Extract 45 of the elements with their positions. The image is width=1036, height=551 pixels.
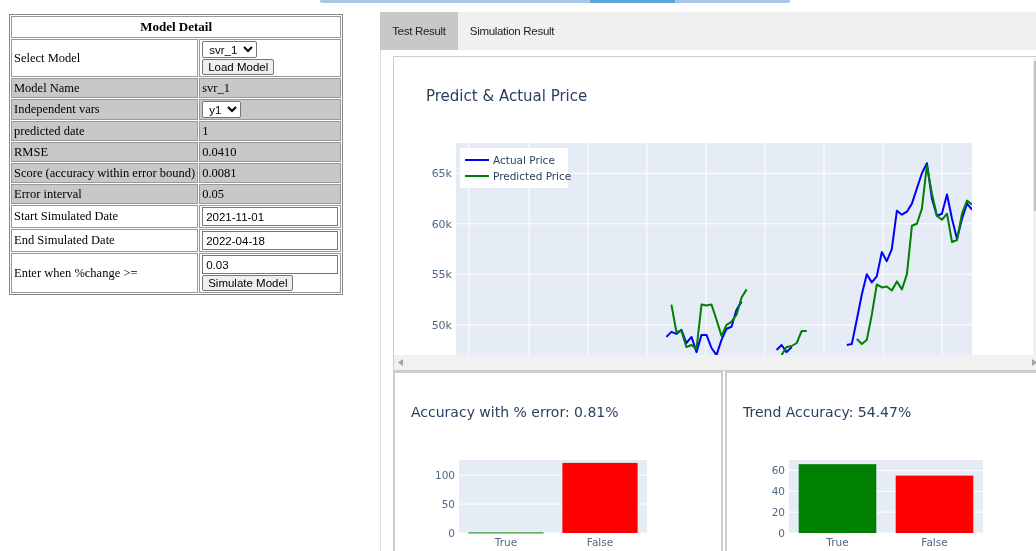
axis-tick-label: 60 [771, 464, 786, 477]
chart-title: Predict & Actual Price [426, 87, 588, 105]
detail-label: predicted date [14, 123, 85, 138]
model-select[interactable]: svr_1 [202, 41, 258, 58]
axis-category-label: False [587, 536, 614, 548]
detail-value: svr_1 [202, 80, 230, 95]
detail-value: 0.0081 [202, 165, 237, 180]
simulate-model-button[interactable]: Simulate Model [202, 275, 294, 291]
axis-tick-label: 50 [441, 498, 456, 511]
legend-label: Actual Price [493, 154, 556, 166]
detail-value: 0.05 [202, 186, 225, 201]
detail-label: RMSE [14, 144, 49, 159]
tab[interactable]: Test Result [380, 12, 458, 50]
load-model-button[interactable]: Load Model [202, 59, 275, 75]
axis-tick-label: 65k [431, 167, 453, 181]
axis-tick-label: 0 [778, 527, 786, 539]
detail-label: Enter when %change >= [14, 265, 138, 280]
axis-tick-label: 50k [431, 318, 453, 332]
detail-label: Score (accuracy within error bound) [14, 165, 196, 180]
tab[interactable]: Simulation Result [457, 12, 567, 50]
axis-tick-label: 60k [431, 217, 453, 231]
chart-title: Accuracy with % error: 0.81% [411, 404, 619, 420]
axis-tick-label: 0 [448, 527, 456, 539]
vars-select[interactable]: y1 [202, 101, 242, 118]
axis-tick-label: 55k [431, 268, 453, 282]
date-input[interactable]: 2021-11-01 [202, 207, 339, 226]
axis-category-label: True [495, 536, 518, 548]
axis-tick-label: 100 [435, 469, 456, 482]
change-input[interactable]: 0.03 [202, 255, 339, 274]
detail-label: Select Model [14, 50, 81, 65]
axis-category-label: True [826, 536, 849, 548]
axis-tick-label: 20 [771, 506, 786, 519]
detail-label: Model Name [14, 80, 80, 95]
detail-value: 0.0410 [202, 144, 237, 159]
axis-tick-label: 40 [771, 485, 786, 498]
legend-label: Predicted Price [493, 170, 572, 182]
detail-label: Start Simulated Date [14, 209, 119, 223]
detail-value: 1 [202, 123, 209, 138]
table-title: Model Detail [140, 19, 212, 34]
detail-label: Independent vars [14, 102, 100, 116]
chart-title: Trend Accuracy: 54.47% [743, 404, 912, 420]
date-input[interactable]: 2022-04-18 [202, 231, 339, 250]
detail-label: End Simulated Date [14, 233, 115, 247]
axis-category-label: False [921, 536, 948, 548]
detail-label: Error interval [14, 186, 82, 201]
